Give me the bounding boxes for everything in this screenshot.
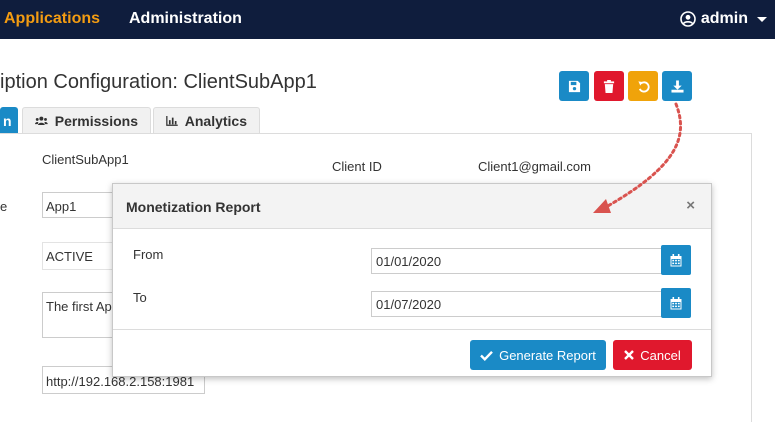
from-date-input[interactable]: 01/01/2020 xyxy=(371,248,663,274)
close-icon[interactable]: × xyxy=(686,197,695,214)
generate-report-button[interactable]: Generate Report xyxy=(470,340,606,370)
modal-footer-divider xyxy=(113,329,711,330)
users-icon xyxy=(35,116,48,125)
nav-administration-link[interactable]: Administration xyxy=(129,10,242,28)
tab-analytics-label: Analytics xyxy=(184,113,247,129)
trash-icon xyxy=(603,79,615,93)
chevron-down-icon xyxy=(757,16,767,22)
panel-border xyxy=(751,134,752,422)
client-id-value: Client1@gmail.com xyxy=(478,159,591,174)
generate-report-label: Generate Report xyxy=(499,347,596,363)
calendar-icon xyxy=(670,296,682,309)
calendar-icon xyxy=(670,253,682,266)
tab-general-label: n xyxy=(3,113,12,129)
tab-permissions[interactable]: Permissions xyxy=(22,107,151,134)
user-name: admin xyxy=(700,10,748,27)
from-calendar-button[interactable] xyxy=(661,245,691,275)
page-title: iption Configuration: ClientSubApp1 xyxy=(0,71,317,93)
tab-divider xyxy=(0,133,752,134)
nav-applications-link[interactable]: Applications xyxy=(4,10,100,28)
save-button[interactable] xyxy=(559,71,589,101)
user-circle-icon xyxy=(680,11,696,27)
download-icon xyxy=(670,79,684,93)
to-date-input[interactable]: 01/07/2020 xyxy=(371,291,663,317)
to-calendar-button[interactable] xyxy=(661,288,691,318)
tab-analytics[interactable]: Analytics xyxy=(153,107,260,134)
modal-header: Monetization Report × xyxy=(113,184,711,229)
to-label: To xyxy=(133,290,147,305)
user-menu[interactable]: admin xyxy=(680,10,767,28)
monetization-report-modal: Monetization Report × From 01/01/2020 To… xyxy=(112,183,712,377)
delete-button[interactable] xyxy=(594,71,624,101)
download-report-button[interactable] xyxy=(662,71,692,101)
check-icon xyxy=(480,350,493,361)
client-id-label: Client ID xyxy=(332,159,382,174)
bar-chart-icon xyxy=(166,115,178,126)
field-label-fragment: e xyxy=(0,199,8,214)
from-label: From xyxy=(133,247,164,262)
description-field[interactable]: The first Ap xyxy=(42,292,116,338)
save-icon xyxy=(568,80,580,92)
application-field[interactable]: App1 xyxy=(42,192,116,218)
cancel-label: Cancel xyxy=(640,347,681,363)
tab-general[interactable]: n xyxy=(0,107,18,134)
reset-button[interactable] xyxy=(628,71,658,101)
undo-icon xyxy=(637,80,650,93)
tab-permissions-label: Permissions xyxy=(54,113,138,129)
status-field[interactable]: ACTIVE xyxy=(42,242,116,270)
top-navbar: Applications Administration admin xyxy=(0,0,775,39)
cancel-button[interactable]: Cancel xyxy=(613,340,692,370)
close-icon xyxy=(624,350,635,360)
name-value: ClientSubApp1 xyxy=(42,152,129,167)
modal-title: Monetization Report xyxy=(126,199,261,215)
